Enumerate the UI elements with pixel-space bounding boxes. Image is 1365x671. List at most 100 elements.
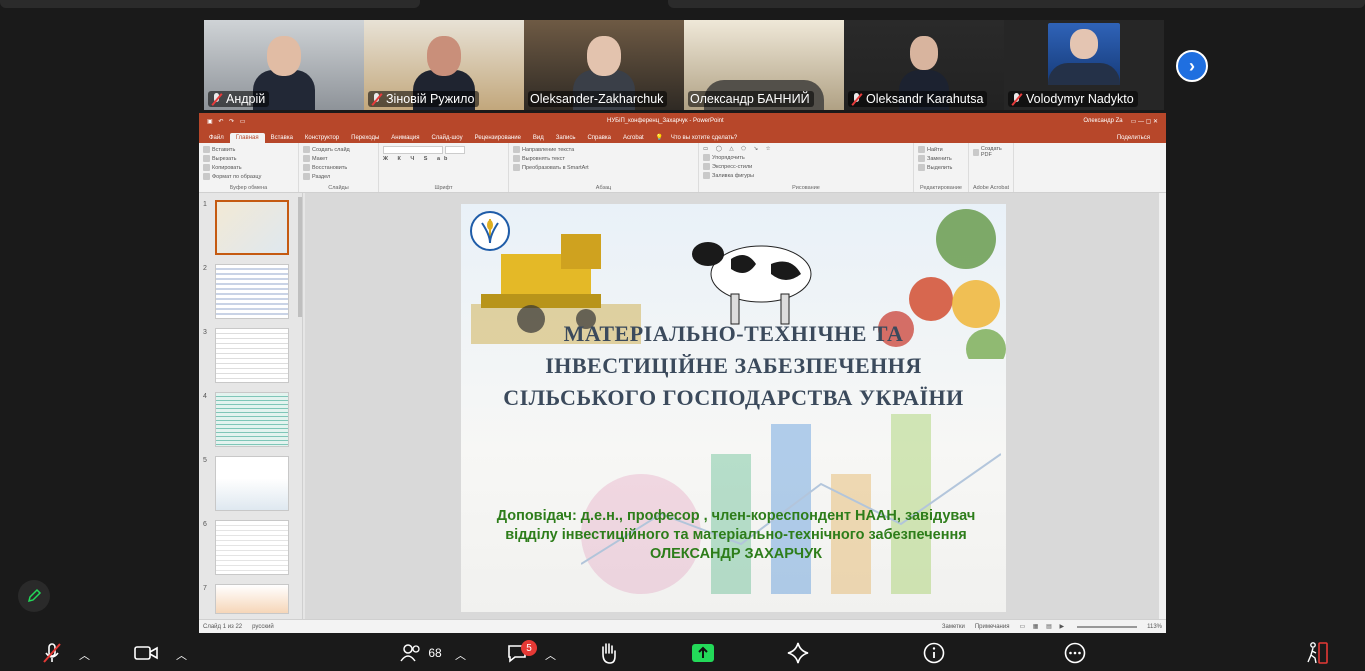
leave-meeting-icon xyxy=(1307,642,1328,664)
reset-button[interactable]: Восстановить xyxy=(303,164,374,171)
tab-animation[interactable]: Анимация xyxy=(385,133,425,143)
info-icon xyxy=(923,642,945,664)
notes-button[interactable]: Заметки xyxy=(942,624,965,630)
tab-acrobat[interactable]: Acrobat xyxy=(617,133,650,143)
tab-view[interactable]: Вид xyxy=(527,133,550,143)
mic-options-chevron-icon[interactable]: ︿ xyxy=(79,647,90,663)
section-button[interactable]: Раздел xyxy=(303,173,374,180)
text-direction-label: Направление текста xyxy=(522,146,575,153)
tab-help[interactable]: Справка xyxy=(581,133,617,143)
slide-number: 1 xyxy=(203,201,207,208)
shape-fill-button[interactable]: Заливка фигуры xyxy=(703,172,909,179)
participant-tile-speaking[interactable]: Oleksander-Zakharchuk xyxy=(524,20,684,110)
participant-tile[interactable]: Андрій xyxy=(204,20,364,110)
ai-assistant-button[interactable] xyxy=(784,639,812,667)
arrange-button[interactable]: Упорядочить xyxy=(703,154,909,161)
slide-thumbnail[interactable] xyxy=(215,328,289,383)
paste-button[interactable]: Вставить xyxy=(203,146,294,153)
brush-icon xyxy=(203,173,210,180)
clipboard-group: Вставить Вырезать Копировать Формат по о… xyxy=(199,143,299,192)
chat-options-chevron-icon[interactable]: ︿ xyxy=(545,647,556,663)
participant-tile[interactable]: Зіновій Ружило xyxy=(364,20,524,110)
annotate-button[interactable] xyxy=(18,580,50,612)
slide-thumbnail[interactable] xyxy=(215,200,289,255)
replace-button[interactable]: Заменить xyxy=(918,155,964,162)
quick-styles-label: Экспресс-стили xyxy=(712,163,753,170)
select-button[interactable]: Выделить xyxy=(918,164,964,171)
copy-button[interactable]: Копировать xyxy=(203,164,294,171)
font-select[interactable] xyxy=(383,146,504,154)
view-buttons[interactable]: ▭ ▦ ▤ ▶ xyxy=(1019,623,1067,630)
tab-transitions[interactable]: Переходы xyxy=(345,133,385,143)
slide-thumbnail[interactable] xyxy=(215,584,289,614)
tab-insert[interactable]: Вставка xyxy=(265,133,299,143)
mic-muted-icon xyxy=(850,92,863,106)
paragraph-group: Направление текста Выровнять текст Преоб… xyxy=(509,143,699,192)
more-options-button[interactable] xyxy=(1061,639,1089,667)
window-controls[interactable]: ▭ — ▢ ✕ xyxy=(1131,118,1158,125)
tab-slideshow[interactable]: Слайд-шоу xyxy=(425,133,468,143)
shapes-gallery[interactable]: ▭ ◯ △ ⬠ ↘ ☆ xyxy=(703,146,909,152)
participants-button[interactable]: 68 xyxy=(396,639,446,667)
share-button[interactable]: Поделиться xyxy=(1105,133,1166,143)
search-icon xyxy=(918,146,925,153)
language-indicator[interactable]: русский xyxy=(252,624,274,630)
info-button[interactable] xyxy=(920,639,948,667)
find-button[interactable]: Найти xyxy=(918,146,964,153)
tab-review[interactable]: Рецензирование xyxy=(469,133,527,143)
slide-number: 3 xyxy=(203,329,207,336)
slide-thumbnail[interactable] xyxy=(215,264,289,319)
tab-file[interactable]: Файл xyxy=(203,133,230,143)
slide-thumbnail[interactable] xyxy=(215,456,289,511)
mic-muted-icon xyxy=(370,92,383,106)
zoom-slider[interactable] xyxy=(1077,625,1138,628)
smartart-button[interactable]: Преобразовать в SmartArt xyxy=(513,164,694,171)
slide-thumbnail[interactable] xyxy=(215,392,289,447)
tab-design[interactable]: Конструктор xyxy=(299,133,345,143)
align-text-button[interactable]: Выровнять текст xyxy=(513,155,694,162)
share-screen-button[interactable] xyxy=(689,639,717,667)
thumbnails-scrollbar[interactable] xyxy=(298,197,302,317)
quick-access-icons: ▣ ↶ ↷ ▭ xyxy=(207,118,248,125)
layout-button[interactable]: Макет xyxy=(303,155,374,162)
font-size-field[interactable] xyxy=(445,146,465,154)
find-label: Найти xyxy=(927,146,943,153)
share-label: Поделиться xyxy=(1116,135,1150,141)
font-group: Ж К Ч S ab Шрифт xyxy=(379,143,509,192)
slide-scrollbar[interactable] xyxy=(1159,193,1166,619)
cut-button[interactable]: Вырезать xyxy=(203,155,294,162)
video-button[interactable] xyxy=(132,639,160,667)
layout-label: Макет xyxy=(312,155,328,162)
search-hint[interactable]: 💡 Что вы хотите сделать? xyxy=(650,132,749,143)
shared-screen[interactable]: ▣ ↶ ↷ ▭ НУБіП_конференц_Захарчук - Power… xyxy=(199,113,1166,633)
slide-thumbnail[interactable] xyxy=(215,520,289,575)
new-slide-button[interactable]: Создать слайд xyxy=(303,146,374,153)
quick-styles-button[interactable]: Экспресс-стили xyxy=(703,163,909,170)
raise-hand-button[interactable] xyxy=(594,639,622,667)
slide-number: 5 xyxy=(203,457,207,464)
format-painter-button[interactable]: Формат по образцу xyxy=(203,173,294,180)
next-participants-button[interactable]: › xyxy=(1176,50,1208,82)
text-direction-button[interactable]: Направление текста xyxy=(513,146,694,153)
tab-record[interactable]: Запись xyxy=(550,133,582,143)
zoom-level[interactable]: 113% xyxy=(1147,624,1162,630)
participant-tile[interactable]: Oleksandr Karahutsa xyxy=(844,20,1004,110)
leave-button[interactable] xyxy=(1302,639,1332,667)
font-style-buttons[interactable]: Ж К Ч S ab xyxy=(383,156,504,162)
participants-options-chevron-icon[interactable]: ︿ xyxy=(455,647,466,663)
video-options-chevron-icon[interactable]: ︿ xyxy=(176,647,187,663)
participant-tile[interactable]: Volodymyr Nadykto xyxy=(1004,20,1164,110)
font-name-field[interactable] xyxy=(383,146,443,154)
mute-button[interactable] xyxy=(38,639,66,667)
create-pdf-button[interactable]: Создать PDF xyxy=(973,146,1009,158)
participant-name: Oleksander-Zakharchuk xyxy=(530,92,664,106)
ppt-titlebar: ▣ ↶ ↷ ▭ НУБіП_конференц_Захарчук - Power… xyxy=(199,113,1166,129)
slide-thumbnails-pane: 1 2 3 4 5 6 7 xyxy=(199,193,303,619)
participant-tile[interactable]: Олександр БАННИЙ xyxy=(684,20,844,110)
participant-name-tag: Oleksander-Zakharchuk xyxy=(528,91,668,107)
participant-name: Андрій xyxy=(226,92,266,106)
paste-icon xyxy=(203,146,210,153)
tab-home[interactable]: Главная xyxy=(229,133,265,143)
comments-button[interactable]: Примечания xyxy=(975,624,1010,630)
top-edge-left xyxy=(0,0,420,8)
